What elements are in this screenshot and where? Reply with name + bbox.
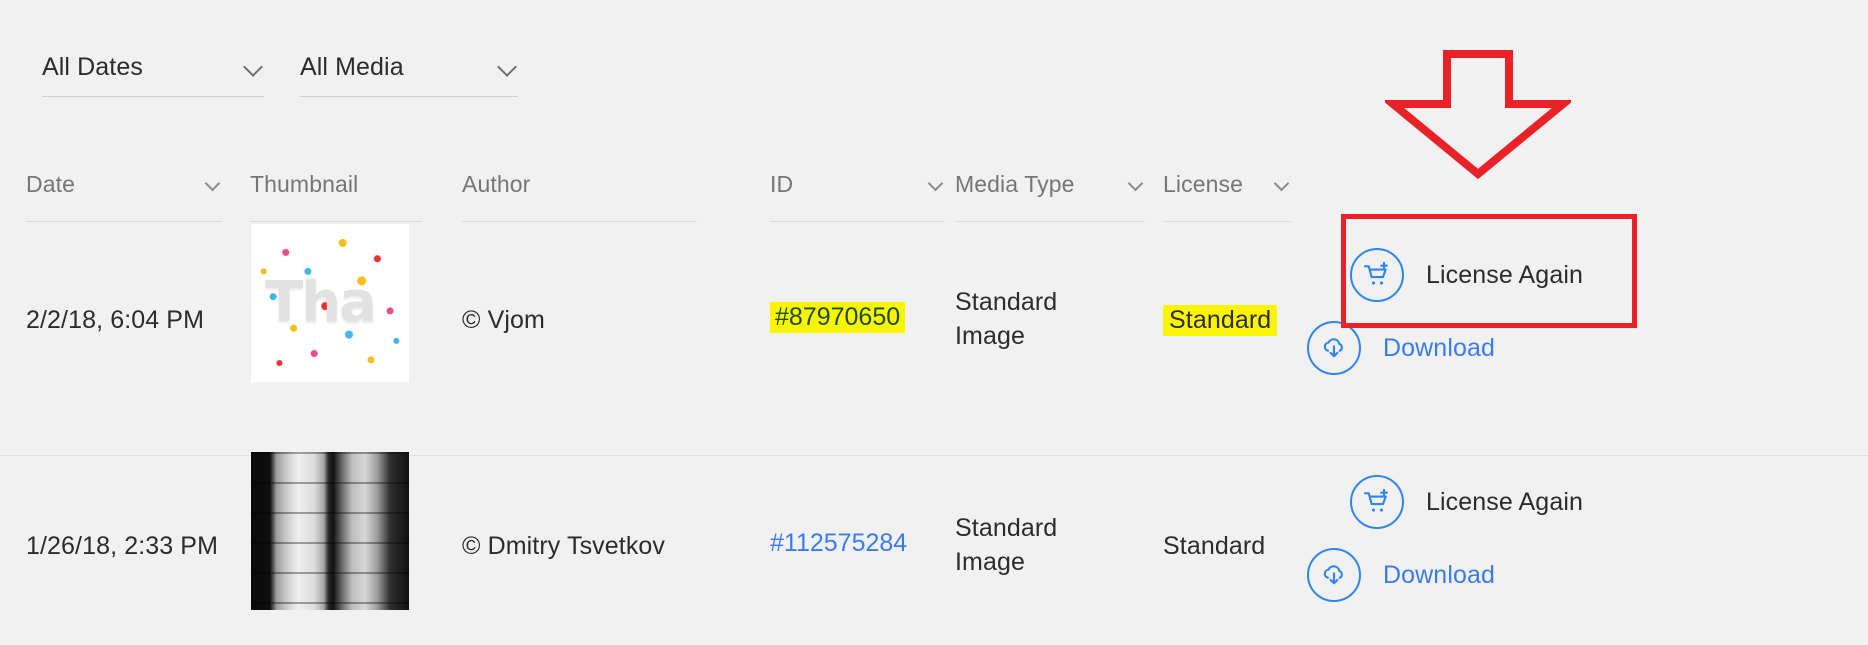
column-header-license[interactable]: License (1163, 170, 1291, 222)
media-type-line-1: Standard (955, 514, 1058, 542)
column-header-thumbnail: Thumbnail (250, 170, 422, 222)
license-value: Standard (1163, 532, 1266, 560)
table-row: 1/26/18, 2:33 PM © Dmitry Tsvetkov #1125… (0, 452, 1868, 645)
chevron-down-icon (1129, 176, 1145, 192)
column-header-date[interactable]: Date (26, 170, 222, 222)
column-header-id[interactable]: ID (770, 170, 945, 222)
column-header-id-label: ID (770, 171, 794, 197)
cloud-download-icon (1307, 548, 1361, 602)
chevron-down-icon (244, 57, 264, 77)
cell-date: 2/2/18, 6:04 PM (26, 306, 205, 334)
chevron-down-icon (929, 176, 945, 192)
column-header-media-type-label: Media Type (955, 171, 1075, 197)
id-link[interactable]: #112575284 (770, 529, 907, 557)
cell-author: © Dmitry Tsvetkov (462, 532, 666, 560)
chevron-down-icon (1275, 176, 1291, 192)
filter-bar: All Dates All Media (0, 0, 1868, 120)
chevron-down-icon (498, 57, 518, 77)
download-button[interactable]: Download (1307, 548, 1495, 602)
confetti-tha-thumbnail-image[interactable] (251, 224, 409, 382)
media-type-line-2: Image (955, 322, 1025, 350)
download-label: Download (1383, 560, 1495, 589)
cell-media-type: Standard Image (955, 511, 1115, 579)
black-and-white-columns-thumbnail-image[interactable] (251, 452, 409, 610)
cell-id[interactable]: #87970650 (770, 302, 950, 333)
cart-plus-icon (1350, 475, 1404, 529)
id-link[interactable]: #87970650 (770, 302, 906, 333)
media-type-line-1: Standard (955, 288, 1058, 316)
column-header-date-label: Date (26, 171, 75, 197)
download-button[interactable]: Download (1307, 321, 1495, 375)
filter-all-dates-label: All Dates (42, 52, 143, 81)
cell-license: Standard (1163, 529, 1313, 563)
table-row: 2/2/18, 6:04 PM © Vjom #87970650 Standar… (0, 224, 1868, 456)
license-again-button[interactable]: License Again (1350, 475, 1583, 529)
media-type-line-2: Image (955, 548, 1025, 576)
cell-date: 1/26/18, 2:33 PM (26, 532, 219, 560)
filter-all-dates-select[interactable]: All Dates (42, 38, 264, 97)
license-again-label: License Again (1426, 260, 1583, 289)
license-value: Standard (1163, 305, 1278, 336)
cell-thumbnail[interactable] (251, 224, 411, 382)
chevron-down-icon (206, 176, 222, 192)
column-header-thumbnail-label: Thumbnail (250, 171, 359, 197)
column-header-media-type[interactable]: Media Type (955, 170, 1145, 222)
cell-thumbnail[interactable] (251, 452, 411, 610)
license-again-button[interactable]: License Again (1350, 248, 1583, 302)
cell-id[interactable]: #112575284 (770, 529, 950, 558)
license-again-label: License Again (1426, 487, 1583, 516)
cell-author: © Vjom (462, 306, 545, 334)
table-header-row: Date Thumbnail Author ID Media Type Lice… (0, 170, 1868, 225)
filter-all-media-label: All Media (300, 52, 404, 81)
download-label: Download (1383, 333, 1495, 362)
cell-media-type: Standard Image (955, 285, 1115, 353)
filter-all-media-select[interactable]: All Media (300, 38, 518, 97)
cell-license: Standard (1163, 303, 1313, 337)
column-header-author-label: Author (462, 171, 531, 197)
column-header-license-label: License (1163, 171, 1243, 197)
cloud-download-icon (1307, 321, 1361, 375)
cart-plus-icon (1350, 248, 1404, 302)
column-header-author: Author (462, 170, 697, 222)
